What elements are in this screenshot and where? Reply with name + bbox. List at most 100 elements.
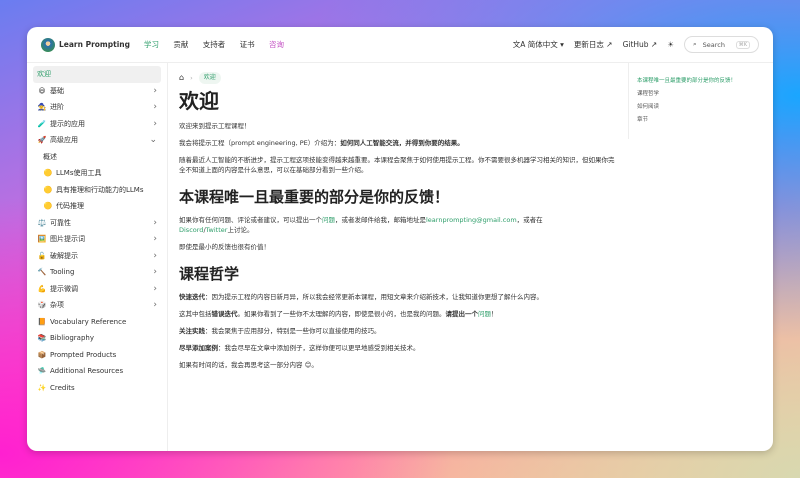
paragraph: 这其中包括错误迭代。如果你看到了一些你不太理解的内容，即使是很小的，也是我的问题… (179, 310, 498, 318)
section-heading-feedback: 本课程唯一且最重要的部分是你的反馈！ (179, 188, 450, 206)
paragraph: 快速迭代：因为提示工程的内容日新月异，所以我会经常更新本课程，用短文章来介绍新技… (179, 293, 543, 301)
paragraph: 尽早添加案例：我会尽早在文章中添加例子，这样你便可以更早地感受到相关技术。 (179, 344, 420, 352)
chevron-icon[interactable]: › (153, 234, 157, 244)
sidebar-item[interactable]: 😃 基础 › (33, 83, 161, 100)
sidebar-item[interactable]: 🎲 杂项 › (33, 297, 161, 314)
nav-learn[interactable]: 学习 (144, 40, 159, 49)
sidebar-item[interactable]: ✨ Credits (33, 380, 161, 397)
nav-supporters[interactable]: 支持者 (203, 40, 226, 49)
breadcrumb: ⌂ › 欢迎 (179, 71, 619, 85)
sidebar-item-icon: ✨ (37, 383, 47, 392)
sidebar-item[interactable]: 🧙 进阶 › (33, 99, 161, 116)
breadcrumb-separator: › (190, 74, 193, 82)
sidebar-item-label: Vocabulary Reference (50, 317, 127, 326)
issue-link[interactable]: 问题 (478, 310, 491, 318)
table-of-contents: 本课程唯一且最重要的部分是你的反馈！ 课程哲学 如何阅读 章节 (628, 63, 768, 139)
language-dropdown[interactable]: 文A 简体中文 ▾ (513, 39, 564, 50)
paragraph: 欢迎来到提示工程课程！ (179, 122, 251, 130)
sidebar-item[interactable]: 概述 (33, 149, 161, 166)
sidebar-item[interactable]: 🟡 LLMs使用工具 (33, 165, 161, 182)
home-icon[interactable]: ⌂ (179, 73, 184, 83)
search-shortcut: ⌘K (735, 40, 750, 49)
breadcrumb-current: 欢迎 (198, 72, 221, 84)
search-icon: ⌕ (693, 40, 697, 48)
chevron-icon[interactable]: ⌄ (149, 135, 157, 145)
logo[interactable] (41, 37, 55, 52)
sidebar-item-label: Bibliography (50, 334, 94, 343)
issue-link[interactable]: 问题 (322, 216, 335, 224)
sidebar-item-icon: 📙 (37, 317, 47, 326)
sidebar-item-label: 提示的应用 (50, 119, 85, 128)
sidebar-item-label: 提示微调 (50, 284, 78, 293)
chevron-icon[interactable]: › (153, 102, 157, 112)
nav-certificate[interactable]: 证书 (240, 40, 255, 49)
brand-name[interactable]: Learn Prompting (59, 40, 130, 49)
sidebar-item-icon: ⚖️ (37, 218, 47, 227)
theme-toggle-sun-icon[interactable]: ☀ (667, 40, 674, 49)
chevron-icon[interactable]: › (153, 119, 157, 129)
sidebar-item-label: Prompted Products (50, 350, 117, 359)
sidebar-item-label: 欢迎 (37, 70, 51, 79)
sidebar-item[interactable]: 🔓 破解提示 › (33, 248, 161, 265)
main-nav: 学习 贡献 支持者 证书 咨询 (144, 39, 296, 50)
changelog-link[interactable]: 更新日志 ↗ (574, 39, 613, 50)
chevron-icon[interactable]: › (153, 218, 157, 228)
github-link[interactable]: GitHub ↗ (623, 40, 658, 49)
section-heading-philosophy: 课程哲学 (179, 265, 240, 283)
discord-link[interactable]: Discord (179, 226, 203, 234)
page-title: 欢迎 (179, 89, 219, 113)
sidebar-item-icon: 😃 (38, 86, 46, 95)
paragraph: 关注实践：我会聚焦于应用部分，特别是一些你可以直接使用的技巧。 (179, 327, 381, 335)
toc-item[interactable]: 课程哲学 (637, 88, 760, 101)
paragraph: 如果你有任何问题、评论或者建议，可以提出一个问题，或者发邮件给我，邮箱地址是le… (179, 216, 543, 234)
twitter-link[interactable]: Twitter (206, 226, 228, 234)
sidebar-item[interactable]: 欢迎 (33, 66, 161, 83)
toc-item[interactable]: 如何阅读 (637, 101, 760, 114)
chevron-icon[interactable]: › (153, 300, 157, 310)
main-content: ⌂ › 欢迎 欢迎 欢迎来到提示工程课程！ 我会将提示工程（prompt eng… (179, 63, 619, 385)
sidebar-item[interactable]: 🔨 Tooling › (33, 264, 161, 281)
email-link[interactable]: learnprompting@gmail.com (426, 216, 517, 224)
sidebar: 欢迎 😃 基础 › 🧙 进阶 › 🧪 提示的应用 › 🚀 高级应用 ⌄ 概述 🟡 LLMs使用工具 🟡 具有推理和… (27, 63, 168, 451)
sidebar-item[interactable]: ⚖️ 可靠性 › (33, 215, 161, 232)
sidebar-item-icon: 🧪 (37, 119, 47, 128)
paragraph: 随着最近人工智能的不断进步，提示工程这项技能变得越来越重要。本课程会聚焦于如何使… (179, 156, 615, 174)
sidebar-item[interactable]: 📙 Vocabulary Reference (33, 314, 161, 331)
sidebar-item[interactable]: 🟡 具有推理和行动能力的LLMs (33, 182, 161, 199)
chevron-icon[interactable]: › (153, 86, 157, 96)
chevron-icon[interactable]: › (153, 267, 157, 277)
chevron-icon[interactable]: › (153, 251, 157, 261)
sidebar-item-icon: 🟡 (43, 169, 53, 178)
sidebar-item-icon: 🟡 (43, 185, 53, 194)
nav-consulting[interactable]: 咨询 (269, 40, 284, 49)
translate-icon: 文A (512, 40, 528, 49)
sidebar-item-icon: 🔓 (37, 251, 47, 260)
sidebar-item[interactable]: 💪 提示微调 › (33, 281, 161, 298)
sidebar-item-label: Additional Resources (50, 367, 124, 376)
sidebar-item[interactable]: 📚 Bibliography (33, 330, 161, 347)
sidebar-item-label: 进阶 (50, 103, 64, 112)
toc-item[interactable]: 章节 (637, 114, 760, 127)
sidebar-item-label: Credits (50, 383, 75, 392)
sidebar-item[interactable]: 📦 Prompted Products (33, 347, 161, 364)
sidebar-item[interactable]: 🚀 高级应用 ⌄ (33, 132, 161, 149)
sidebar-item[interactable]: 🧪 提示的应用 › (33, 116, 161, 133)
sidebar-item[interactable]: 🖼️ 图片提示词 › (33, 231, 161, 248)
sidebar-item-label: 具有推理和行动能力的LLMs (56, 185, 144, 194)
sidebar-item-label: Tooling (50, 268, 75, 277)
search-button[interactable]: ⌕ Search ⌘K (684, 36, 759, 53)
nav-contribute[interactable]: 贡献 (173, 40, 188, 49)
sidebar-item-label: 破解提示 (50, 251, 78, 260)
browser-window: Learn Prompting 学习 贡献 支持者 证书 咨询 文A 简体中文 … (27, 27, 773, 451)
sidebar-item-icon: 🧙 (37, 103, 47, 112)
sidebar-item[interactable]: 🛸 Additional Resources (33, 363, 161, 380)
toc-item[interactable]: 本课程唯一且最重要的部分是你的反馈！ (637, 75, 760, 88)
chevron-icon[interactable]: › (153, 284, 157, 294)
external-link-icon: ↗ (650, 40, 658, 49)
paragraph: 我会将提示工程（prompt engineering, PE）介绍为：如何同人工… (179, 139, 464, 147)
sidebar-item-icon: 🖼️ (37, 235, 47, 244)
sidebar-item-icon: 📦 (37, 350, 47, 359)
sidebar-item[interactable]: 🟡 代码推理 (33, 198, 161, 215)
paragraph: 即使是最小的反馈也很有价值！ (179, 243, 270, 251)
sidebar-item-icon: 💪 (37, 284, 47, 293)
